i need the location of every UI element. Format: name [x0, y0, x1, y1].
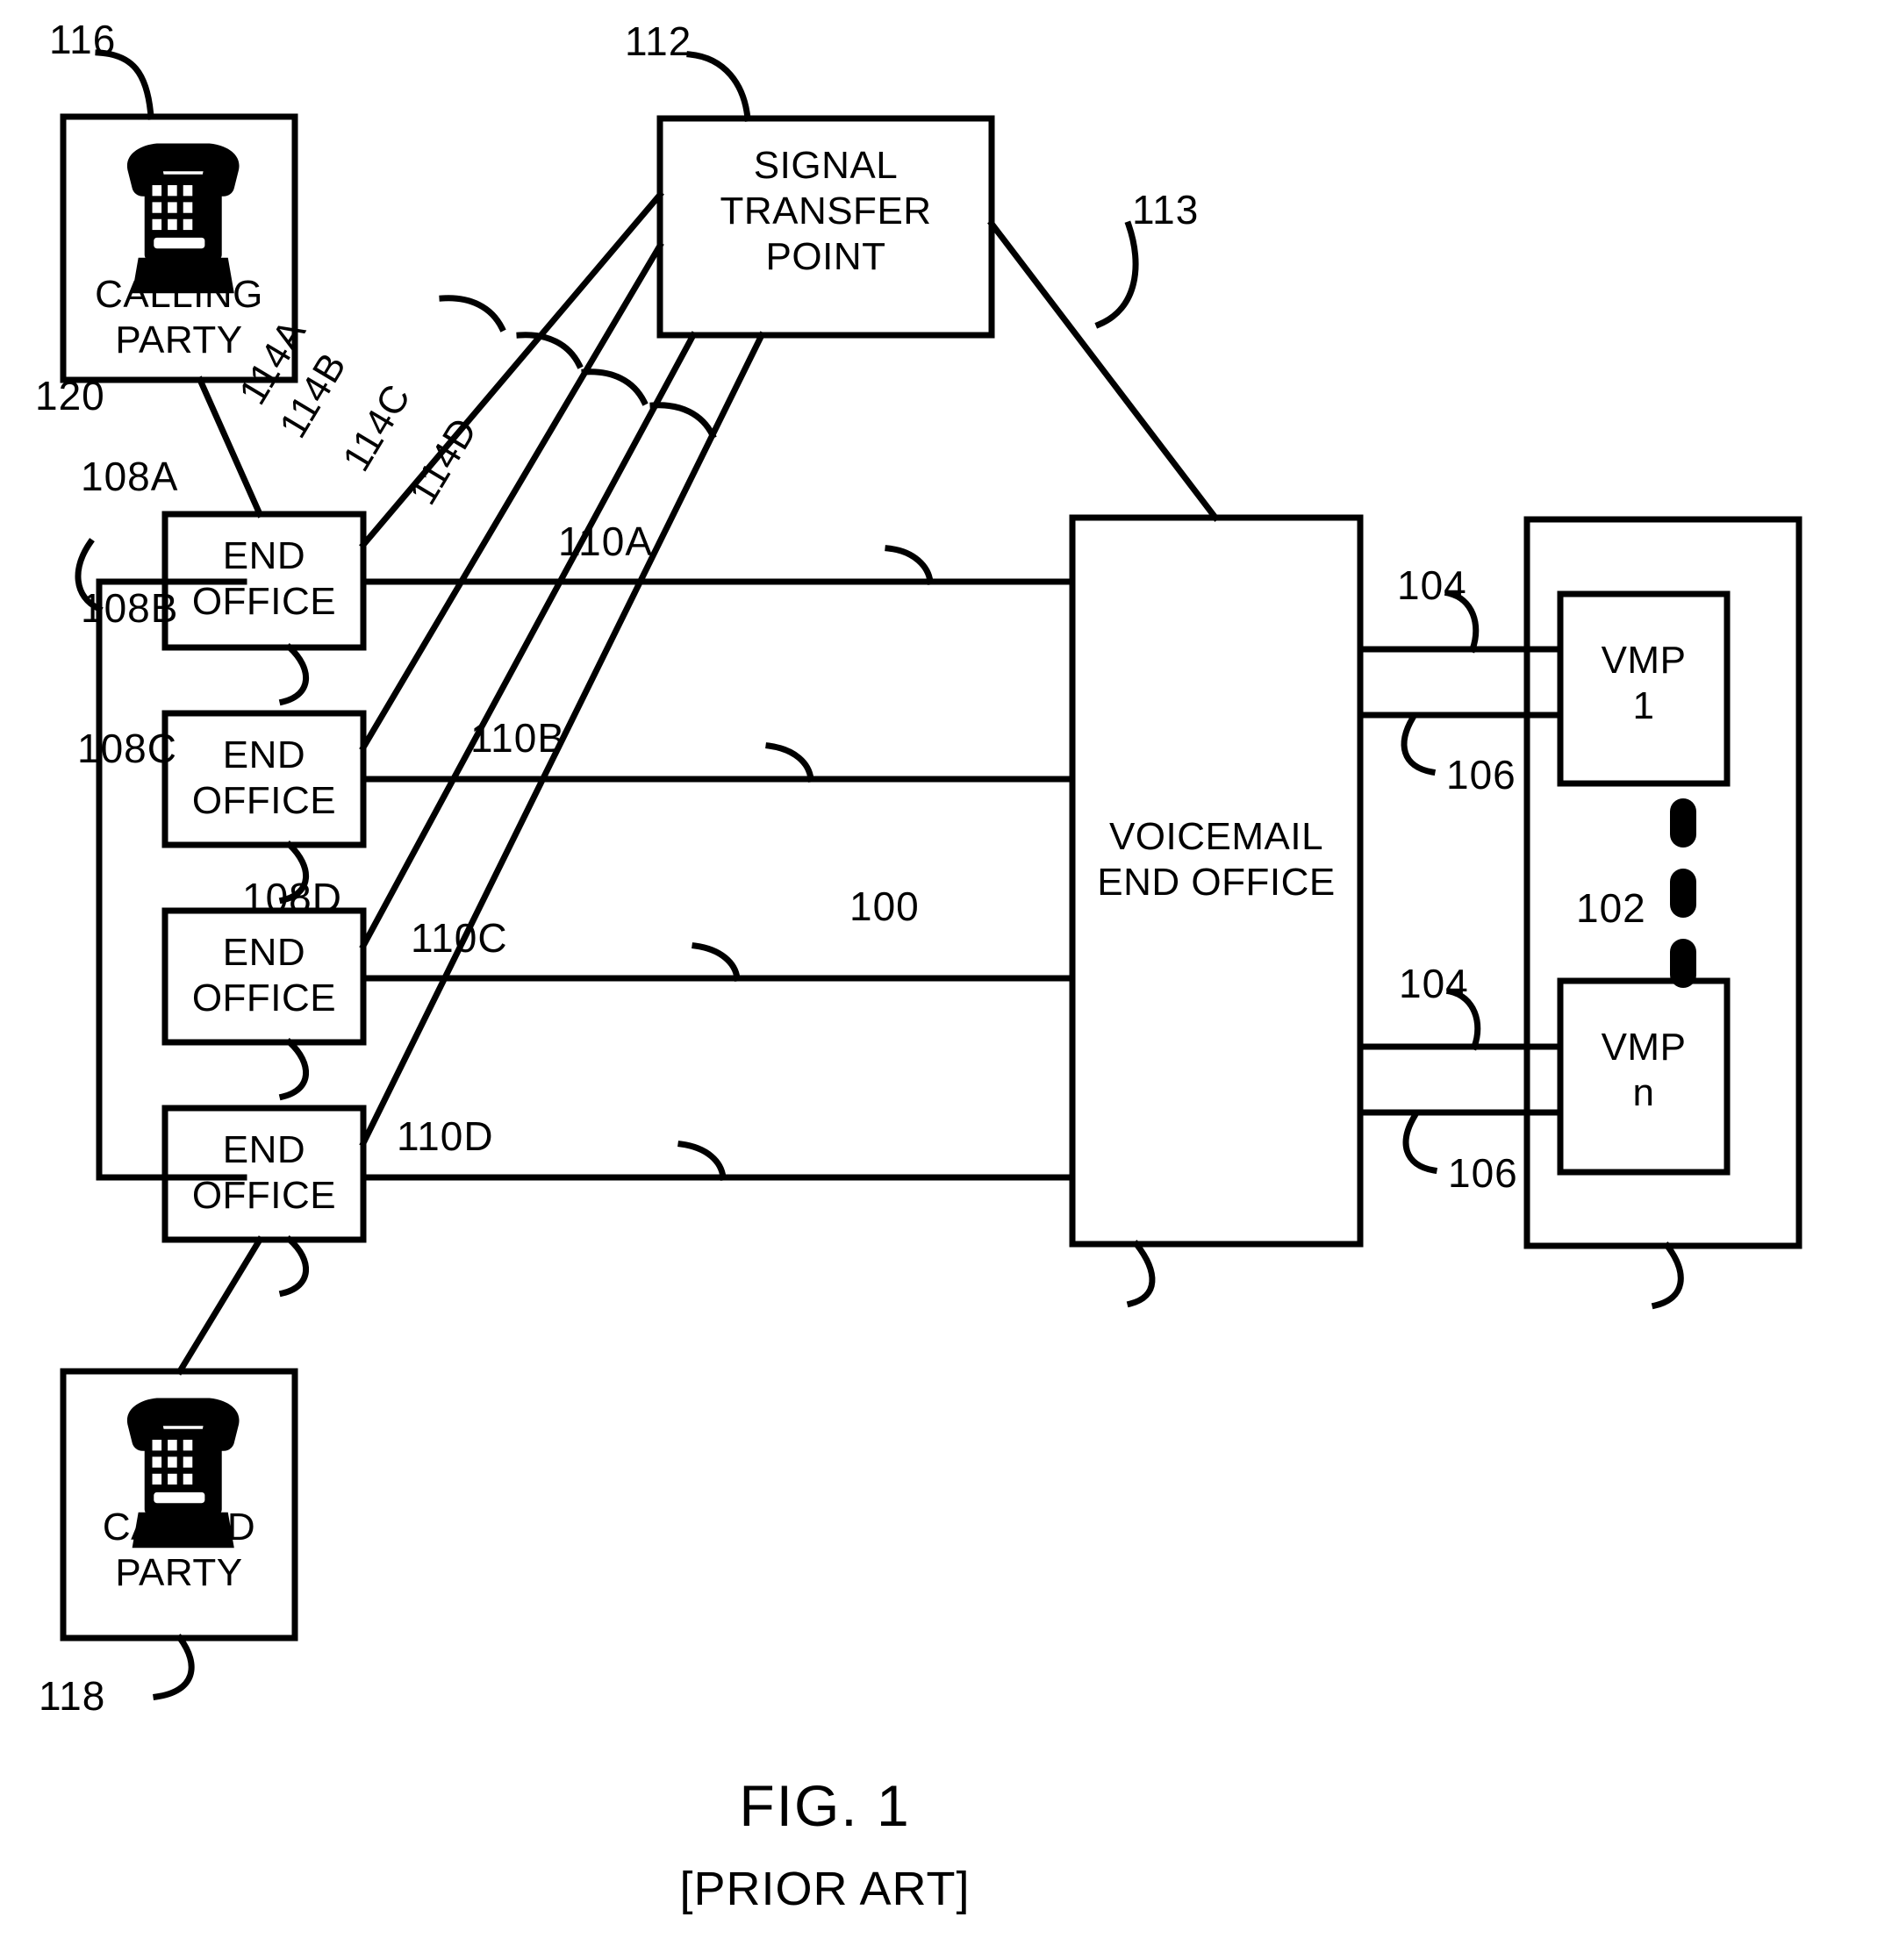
ref-108c: 108C	[77, 726, 177, 771]
ref-118: 118	[39, 1673, 106, 1719]
ref-110a-leader	[885, 545, 934, 585]
stp-to-voicemail-end-office-line	[987, 219, 1220, 522]
called-party-to-end-office-d-line	[176, 1235, 264, 1376]
ref-100: 100	[849, 883, 920, 929]
ref-110d: 110D	[397, 1113, 494, 1159]
figure-canvas: CALLING PARTY CALLED PARTY SIGNAL TRANSF…	[0, 0, 1892, 1960]
end-office-b-label: END OFFICE	[191, 733, 337, 822]
ref-110b: 110B	[470, 715, 566, 761]
end-office-d-label: END OFFICE	[191, 1128, 337, 1217]
network-bracket-120	[96, 578, 247, 1181]
ref-110c: 110C	[411, 915, 508, 961]
ref-108a: 108A	[81, 454, 179, 499]
ref-114c-leader	[581, 368, 649, 406]
figure-caption: FIG. 1	[739, 1773, 911, 1838]
end-office-a-label: END OFFICE	[191, 534, 337, 623]
ref-110d-leader	[677, 1141, 727, 1181]
ref-114a-leader	[439, 295, 506, 333]
ref-106-bottom-leader	[1402, 1112, 1438, 1175]
ref-112: 112	[625, 18, 692, 64]
ref-100-leader	[1126, 1240, 1156, 1308]
ref-108d: 108D	[242, 875, 342, 920]
ref-120: 120	[35, 373, 105, 418]
ref-112-leader	[686, 51, 751, 122]
ss7-link-114c-line	[359, 331, 698, 950]
vmp-1-label: VMP 1	[1601, 639, 1687, 727]
ref-110a: 110A	[558, 519, 654, 564]
ref-108b: 108B	[81, 585, 179, 631]
ref-116: 116	[49, 17, 117, 62]
ref-113-leader	[1094, 220, 1139, 329]
vmp-n-label: VMP n	[1601, 1026, 1687, 1114]
ref-106-bottom: 106	[1448, 1150, 1518, 1196]
ref-102-leader	[1651, 1241, 1684, 1310]
ref-106-top: 106	[1446, 752, 1516, 798]
ref-113: 113	[1132, 187, 1200, 232]
voicemail-end-office-label: VOICEMAIL END OFFICE	[1097, 815, 1336, 904]
ref-108d-leader	[278, 1235, 309, 1298]
telephone-icon-calling	[126, 143, 240, 294]
ref-118-leader	[153, 1634, 195, 1700]
figure-subcaption: [PRIOR ART]	[679, 1863, 971, 1915]
end-office-c-label: END OFFICE	[191, 931, 337, 1019]
ref-110b-leader	[765, 742, 814, 783]
ref-108a-leader	[278, 643, 310, 706]
vertical-ellipsis-icon	[1670, 798, 1696, 988]
called-party-label: CALLED PARTY	[102, 1506, 256, 1594]
ref-114d-leader	[649, 402, 717, 440]
ref-108c-leader	[278, 1038, 310, 1101]
ref-102: 102	[1576, 885, 1646, 931]
ref-104-bottom: 104	[1399, 961, 1469, 1006]
vmp-group-box-outline	[1523, 516, 1802, 1249]
ref-104-top: 104	[1397, 562, 1467, 608]
ref-110c-leader	[692, 942, 741, 982]
signal-transfer-point-label: SIGNAL TRANSFER POINT	[720, 144, 932, 278]
ref-106-top-leader	[1401, 713, 1437, 776]
